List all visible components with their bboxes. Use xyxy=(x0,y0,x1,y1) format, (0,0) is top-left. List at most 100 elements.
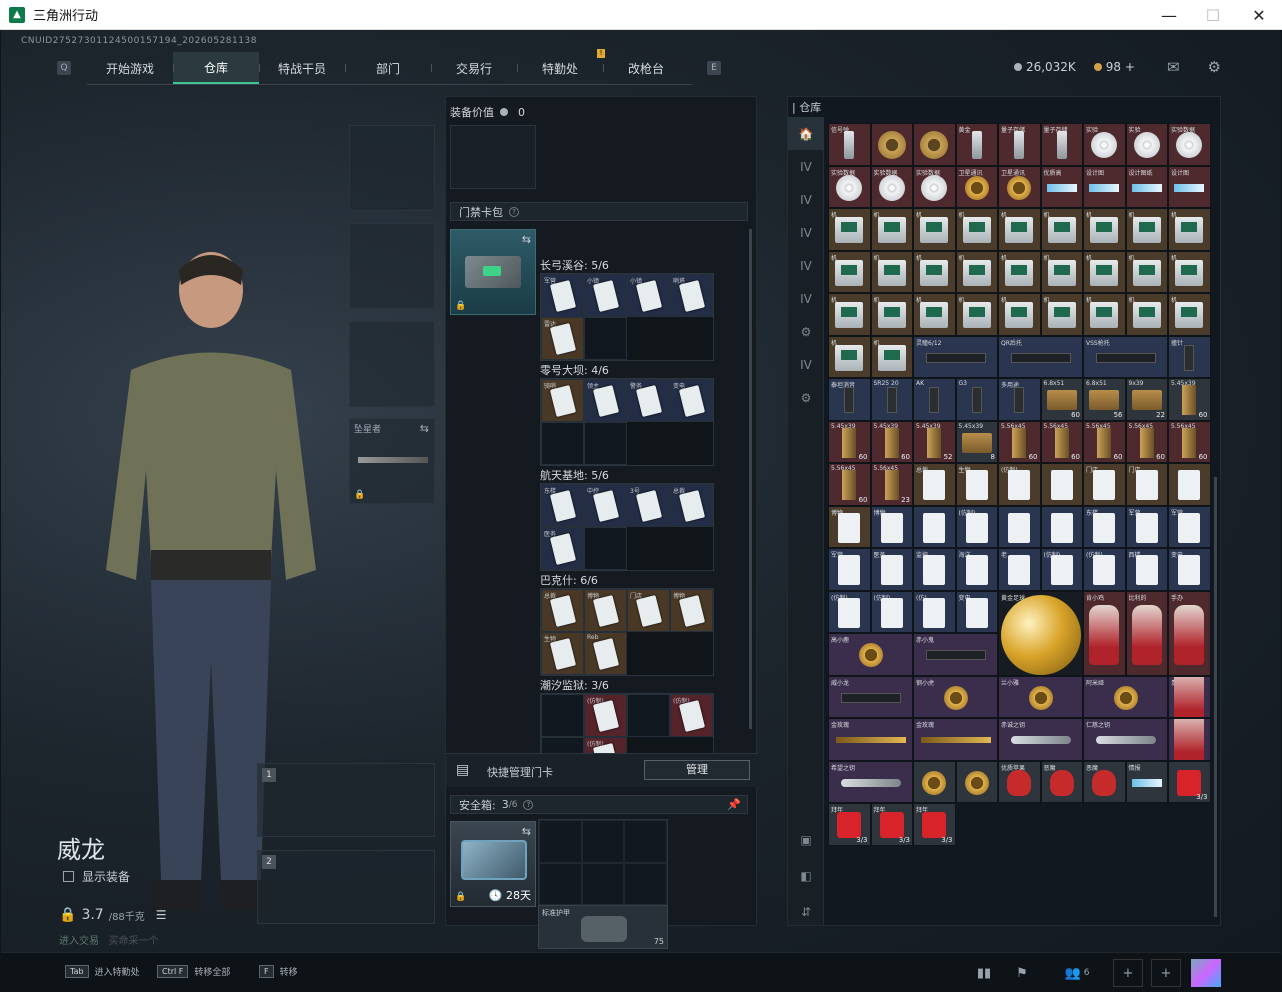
mail-icon[interactable]: ✉ xyxy=(1167,58,1180,76)
stash-tool-icon[interactable]: ▣ xyxy=(788,823,824,856)
keycard-cell[interactable]: 领主 xyxy=(584,379,627,422)
stash-item[interactable]: 变电 xyxy=(1168,548,1211,591)
keycard-cell[interactable]: 生物 xyxy=(541,632,584,675)
stash-item[interactable]: 5.56x45 60 xyxy=(1040,420,1083,463)
stash-item[interactable]: 机 xyxy=(1168,250,1211,293)
tab-4[interactable]: 交易行 xyxy=(431,52,517,84)
stash-item[interactable]: 机 xyxy=(998,208,1041,251)
stash-item[interactable]: 兰小雅 xyxy=(998,675,1083,718)
tab-2[interactable]: 特战干员 xyxy=(259,52,345,84)
stash-side-tab[interactable]: IV xyxy=(788,282,824,315)
keyhint-key[interactable]: Ctrl F xyxy=(157,965,189,978)
keycard-cell[interactable]: 哨塔 xyxy=(670,274,713,317)
keycard-cell[interactable]: 3号 xyxy=(627,484,670,527)
keyhint-key[interactable]: Tab xyxy=(65,965,89,978)
stash-item[interactable] xyxy=(870,123,913,166)
stash-item[interactable]: 钢小虎 xyxy=(913,675,998,718)
keycard-cell[interactable]: 中控 xyxy=(584,484,627,527)
stash-item[interactable]: 机 xyxy=(955,293,998,336)
stash-item[interactable]: 9x39 22 xyxy=(1125,378,1168,421)
stash-item[interactable]: 机 xyxy=(998,250,1041,293)
stash-item[interactable]: (仿制) xyxy=(1083,548,1126,591)
stash-item[interactable]: 机 xyxy=(913,208,956,251)
stash-item[interactable]: 门店 xyxy=(1125,463,1168,506)
stash-item[interactable]: 机 xyxy=(1125,293,1168,336)
melee-slot[interactable]: 坠星者 🔒 ⇆ xyxy=(349,418,435,504)
stash-item[interactable]: 5.56x45 60 xyxy=(828,463,871,506)
armor-slot[interactable] xyxy=(349,223,435,309)
stash-side-tab[interactable]: IV xyxy=(788,150,824,183)
stash-item[interactable]: 设计图 xyxy=(1168,165,1211,208)
stash-item[interactable] xyxy=(998,505,1041,548)
help-icon[interactable]: ? xyxy=(523,799,534,810)
keycard-cell[interactable]: 东楼 xyxy=(541,484,584,527)
minimize-button[interactable]: — xyxy=(1146,0,1192,30)
stash-item[interactable]: 手办 xyxy=(1168,590,1211,676)
add-slot-icon[interactable]: + xyxy=(1151,959,1181,987)
stash-item[interactable]: (仿制) xyxy=(1040,548,1083,591)
stash-item[interactable]: 5.45x39 60 xyxy=(1168,378,1211,421)
stash-item[interactable]: 希望之钥 xyxy=(828,760,913,803)
stash-item[interactable]: 恶魔 xyxy=(1040,760,1083,803)
pistol-slot[interactable] xyxy=(349,321,435,407)
stash-item[interactable]: 卫星通讯 xyxy=(998,165,1041,208)
stash-item[interactable]: (仿制) xyxy=(828,590,871,633)
stash-item[interactable]: QR后托 xyxy=(998,335,1083,378)
stash-item[interactable]: 卫星通讯 xyxy=(955,165,998,208)
stash-item[interactable]: 机 xyxy=(998,293,1041,336)
stash-side-tab[interactable]: ⚙ xyxy=(788,315,824,348)
stash-item[interactable]: 5.56x45 60 xyxy=(1168,420,1211,463)
stash-item[interactable]: 信号弹 xyxy=(828,123,871,166)
stash-item[interactable] xyxy=(913,505,956,548)
stash-item[interactable]: 西楼 xyxy=(1125,548,1168,591)
stash-item[interactable]: 海洋 xyxy=(955,548,998,591)
stash-item[interactable]: 机 xyxy=(1168,293,1211,336)
stash-item[interactable]: 生物 xyxy=(955,463,998,506)
stash-item[interactable]: 军营 xyxy=(828,548,871,591)
stash-item[interactable]: 泰坦消音 xyxy=(828,378,871,421)
stash-side-tab[interactable]: IV xyxy=(788,348,824,381)
swap-icon[interactable]: ⇆ xyxy=(420,422,429,435)
stash-item[interactable]: 5.56x45 60 xyxy=(998,420,1041,463)
keycard-cell[interactable]: (仿制) xyxy=(584,694,627,737)
stash-item[interactable]: 机 xyxy=(1040,250,1083,293)
stash-side-tab[interactable]: 🏠 xyxy=(788,117,824,150)
swap-icon[interactable]: ⇆ xyxy=(522,825,531,838)
stash-item[interactable]: 老 xyxy=(998,548,1041,591)
stash-item[interactable] xyxy=(913,760,956,803)
stash-item[interactable]: 设计图纸 xyxy=(1125,165,1168,208)
stash-item[interactable]: 总裁 xyxy=(913,463,956,506)
stash-item[interactable]: 实验数据 xyxy=(828,165,871,208)
tab-3[interactable]: 部门 xyxy=(345,52,431,84)
primary-weapon-slot-2[interactable]: 2 xyxy=(257,850,435,924)
stash-item[interactable]: 实验 xyxy=(1083,123,1126,166)
stash-item[interactable]: 贵小妹 xyxy=(1168,675,1211,718)
stash-item[interactable]: 机 xyxy=(828,293,871,336)
stash-item[interactable]: 机 xyxy=(870,293,913,336)
keycard-cell[interactable]: 骑哨 xyxy=(541,379,584,422)
manage-button[interactable]: 管理 xyxy=(644,760,750,780)
stash-item[interactable]: 军营 xyxy=(1125,505,1168,548)
keycard-cell[interactable]: 小镇 xyxy=(584,274,627,317)
helmet-slot[interactable] xyxy=(349,125,435,211)
stash-item[interactable]: 比利的 xyxy=(1125,590,1168,676)
stash-item[interactable]: 赤诚之钥 xyxy=(998,718,1083,761)
tab-6[interactable]: 改枪台 xyxy=(603,52,689,84)
stash-item[interactable]: 赤小鬼 xyxy=(913,633,998,676)
stash-item[interactable]: 机 xyxy=(955,250,998,293)
stash-item[interactable]: 灵瞳6/12 xyxy=(913,335,998,378)
pin-icon[interactable]: 📌 xyxy=(727,798,741,811)
stash-item[interactable]: 6.8x51 60 xyxy=(1040,378,1083,421)
settings-gear-icon[interactable]: ⚙ xyxy=(1208,58,1221,76)
stash-item[interactable]: (仿制) xyxy=(955,505,998,548)
nav-prev-key[interactable]: Q xyxy=(57,61,71,75)
stash-item[interactable]: 金玫瑰 xyxy=(828,718,913,761)
keycard-cell[interactable]: 警务 xyxy=(627,379,670,422)
stash-item[interactable]: 机 xyxy=(828,208,871,251)
stash-item[interactable]: 医务 xyxy=(870,548,913,591)
stash-item[interactable]: 肯小鸡 xyxy=(1083,590,1126,676)
keycard-cell[interactable]: 博物 xyxy=(670,589,713,632)
stash-item[interactable]: 军营 xyxy=(1168,505,1211,548)
stash-item[interactable]: AK xyxy=(913,378,956,421)
stash-item[interactable]: 监控 xyxy=(913,548,956,591)
